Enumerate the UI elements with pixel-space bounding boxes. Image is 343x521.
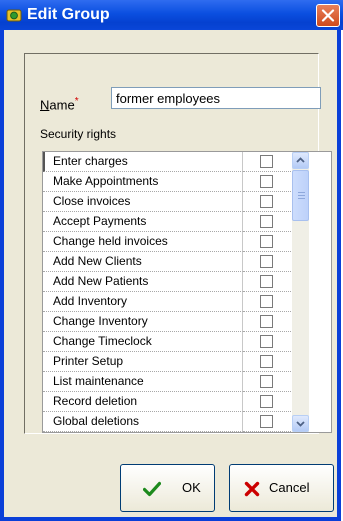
close-icon [321,9,335,22]
security-right-row[interactable]: Add New Patients [43,272,291,292]
security-right-checkbox-cell [243,332,291,352]
security-right-label: Global deletions [43,412,243,432]
ok-button[interactable]: OK [120,464,215,512]
security-right-row[interactable]: Add New Clients [43,252,291,272]
security-right-checkbox[interactable] [260,395,273,408]
chevron-up-icon [296,157,305,163]
window-title: Edit Group [27,6,110,23]
security-right-checkbox[interactable] [260,315,273,328]
security-right-checkbox[interactable] [260,415,273,428]
security-right-checkbox-cell [243,192,291,212]
security-right-checkbox-cell [243,152,291,172]
security-right-row[interactable]: Close invoices [43,192,291,212]
security-right-label: List maintenance [43,372,243,392]
security-right-checkbox-cell [243,372,291,392]
folder-group-icon [6,9,22,22]
security-right-checkbox-cell [243,272,291,292]
scroll-down-button[interactable] [292,415,309,432]
security-right-checkbox-cell [243,352,291,372]
thumb-grip-line [298,192,305,193]
security-right-row[interactable]: Enter charges [43,152,291,172]
security-right-row[interactable]: Change held invoices [43,232,291,252]
name-label-accel: N [40,97,50,113]
group-panel: Name* Security rights Enter chargesMake … [24,53,332,434]
security-right-label: Make Appointments [43,172,243,192]
security-right-checkbox[interactable] [260,175,273,188]
security-right-checkbox[interactable] [260,335,273,348]
scroll-thumb[interactable] [292,170,309,221]
security-right-row[interactable]: List maintenance [43,372,291,392]
checkmark-icon [143,481,161,497]
security-right-row[interactable]: Printer Setup [43,352,291,372]
title-bar[interactable]: Edit Group [0,0,343,30]
button-bar: OK Cancel [4,442,337,517]
security-right-label: Add New Patients [43,272,243,292]
security-right-label: Record deletion [43,392,243,412]
required-mark: * [74,96,79,107]
security-right-checkbox-cell [243,172,291,192]
scroll-up-button[interactable] [292,152,309,169]
security-right-label: Change held invoices [43,232,243,252]
vertical-scrollbar[interactable] [292,152,309,432]
security-right-row[interactable]: Record deletion [43,392,291,412]
security-right-checkbox[interactable] [260,215,273,228]
security-right-label: Create Custom Reports [43,432,243,433]
security-right-checkbox[interactable] [260,375,273,388]
name-label-rest: ame [49,97,75,113]
security-right-checkbox-cell [243,312,291,332]
security-right-checkbox-cell [243,292,291,312]
security-right-label: Accept Payments [43,212,243,232]
chevron-down-icon [296,421,305,427]
cancel-label: Cancel [269,480,310,495]
security-right-row[interactable]: Accept Payments [43,212,291,232]
security-right-checkbox[interactable] [260,295,273,308]
ok-label: OK [182,480,201,495]
security-right-checkbox-cell [243,212,291,232]
security-right-row[interactable]: Change Inventory [43,312,291,332]
security-right-row[interactable]: Add Inventory [43,292,291,312]
edit-group-window: Edit Group Name* Security rights Enter c… [0,0,343,521]
thumb-grip-line [298,198,305,199]
cancel-button[interactable]: Cancel [229,464,334,512]
security-right-label: Printer Setup [43,352,243,372]
security-right-checkbox[interactable] [260,195,273,208]
name-input[interactable] [111,87,321,109]
name-label: Name* [40,96,79,112]
security-right-checkbox[interactable] [260,275,273,288]
security-right-checkbox-cell [243,252,291,272]
security-right-checkbox-cell [243,392,291,412]
close-button[interactable] [316,4,340,27]
security-right-label: Enter charges [43,152,243,172]
security-right-label: Add Inventory [43,292,243,312]
security-right-label: Change Inventory [43,312,243,332]
security-right-checkbox[interactable] [260,235,273,248]
security-rights-label: Security rights [40,127,117,141]
x-icon [244,481,260,497]
security-right-checkbox-cell [243,412,291,432]
security-right-checkbox-cell [243,432,291,433]
security-right-checkbox-cell [243,232,291,252]
security-right-row[interactable]: Create Custom Reports [43,432,291,433]
security-right-checkbox[interactable] [260,355,273,368]
dialog-body: Name* Security rights Enter chargesMake … [4,30,337,517]
security-right-label: Close invoices [43,192,243,212]
thumb-grip-line [298,195,305,196]
security-rights-grid[interactable]: Enter charges Make Appointments Close invo… [42,151,332,433]
security-right-checkbox[interactable] [260,155,273,168]
security-right-row[interactable]: Change Timeclock [43,332,291,352]
security-right-label: Add New Clients [43,252,243,272]
security-right-checkbox[interactable] [260,255,273,268]
security-right-label: Change Timeclock [43,332,243,352]
security-right-row[interactable]: Make Appointments [43,172,291,192]
security-right-row[interactable]: Global deletions [43,412,291,432]
